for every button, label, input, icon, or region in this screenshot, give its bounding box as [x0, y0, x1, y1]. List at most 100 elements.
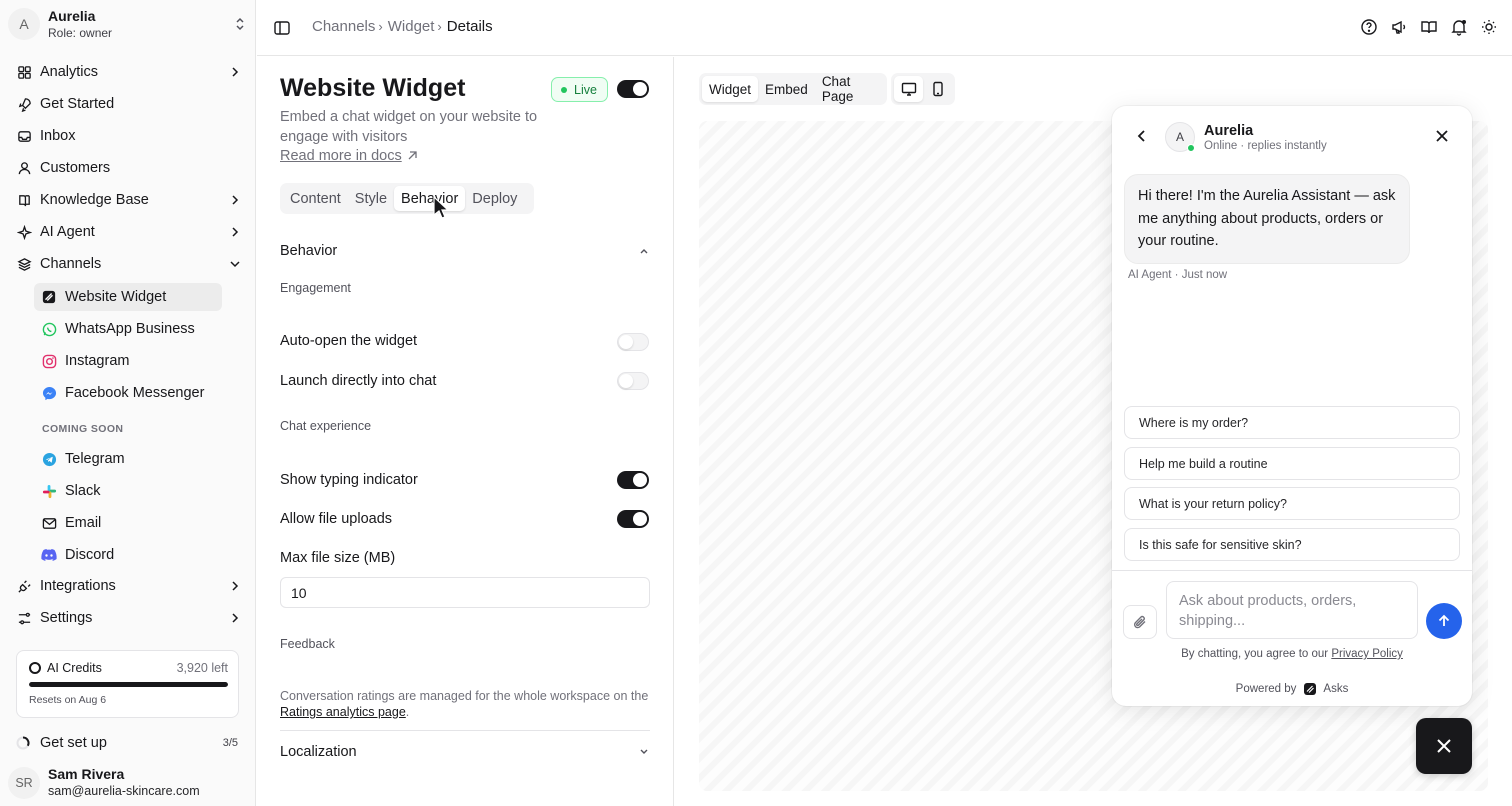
- sidebar-item-settings[interactable]: Settings: [8, 603, 248, 633]
- sidebar-item-knowledge-base[interactable]: Knowledge Base: [8, 185, 248, 215]
- sidebar-item-customers[interactable]: Customers: [8, 153, 248, 183]
- chat-launcher-button[interactable]: [1416, 718, 1472, 774]
- sidebar-item-facebook-messenger[interactable]: Facebook Messenger: [34, 379, 222, 407]
- suggestion-chip[interactable]: Is this safe for sensitive skin?: [1124, 528, 1460, 561]
- sidebar-item-whatsapp[interactable]: WhatsApp Business: [34, 315, 222, 343]
- docs-link-label: Read more in docs: [280, 148, 402, 164]
- ai-credits-card[interactable]: AI Credits 3,920 left Resets on Aug 6: [16, 650, 239, 718]
- launch-chat-toggle[interactable]: [617, 372, 649, 390]
- behavior-section-header[interactable]: Behavior: [280, 243, 650, 259]
- powered-by: Powered by Asks: [1112, 683, 1472, 695]
- close-icon[interactable]: [1434, 128, 1450, 144]
- ratings-analytics-link[interactable]: Ratings analytics page: [280, 705, 406, 719]
- chevron-right-icon: ›: [378, 19, 383, 34]
- tab-widget[interactable]: Widget: [702, 76, 759, 102]
- help-icon[interactable]: [1360, 18, 1378, 36]
- auto-open-label: Auto-open the widget: [280, 333, 418, 349]
- user-name: Sam Rivera: [48, 766, 125, 782]
- breadcrumb-channels[interactable]: Channels: [312, 18, 375, 35]
- status-badge: Live: [551, 77, 608, 102]
- sidebar-item-telegram[interactable]: Telegram: [34, 445, 222, 473]
- typing-indicator-label: Show typing indicator: [280, 472, 418, 488]
- localization-section-header[interactable]: Localization: [280, 744, 650, 760]
- discord-icon: [41, 547, 57, 563]
- tab-deploy[interactable]: Deploy: [465, 186, 524, 211]
- suggestion-chip[interactable]: Help me build a routine: [1124, 447, 1460, 480]
- user-menu[interactable]: SR Sam Rivera sam@aurelia-skincare.com: [8, 766, 200, 799]
- feedback-note-text: Conversation ratings are managed for the…: [280, 689, 649, 703]
- asks-logo-icon: [1304, 683, 1317, 695]
- user-icon: [16, 160, 32, 176]
- tab-content[interactable]: Content: [283, 186, 348, 211]
- sidebar-item-email[interactable]: Email: [34, 509, 222, 537]
- privacy-policy-link[interactable]: Privacy Policy: [1331, 648, 1403, 660]
- chevron-right-icon: [232, 227, 239, 237]
- legal-prefix: By chatting, you agree to our: [1181, 648, 1329, 660]
- desktop-icon: [901, 82, 916, 96]
- sidebar-item-label: AI Agent: [40, 224, 95, 240]
- file-uploads-label: Allow file uploads: [280, 511, 393, 527]
- top-bar: Channels › Widget › Details: [257, 0, 1512, 56]
- widget-icon: [41, 289, 57, 305]
- tab-chat-page[interactable]: Chat Page: [815, 74, 884, 104]
- telegram-icon: [41, 451, 57, 467]
- credits-reset: Resets on Aug 6: [29, 694, 107, 706]
- chat-message-input[interactable]: Ask about products, orders, shipping...: [1166, 581, 1418, 639]
- file-uploads-toggle[interactable]: [617, 510, 649, 528]
- sidebar-item-label: Get Started: [40, 96, 115, 112]
- sidebar-item-label: Analytics: [40, 64, 99, 80]
- typing-indicator-toggle[interactable]: [617, 471, 649, 489]
- bell-icon[interactable]: [1450, 18, 1468, 36]
- sidebar-item-channels[interactable]: Channels: [8, 249, 248, 279]
- mobile-view-button[interactable]: [923, 76, 952, 102]
- live-dot-icon: [561, 86, 567, 93]
- sidebar-item-integrations[interactable]: Integrations: [8, 571, 248, 601]
- max-file-size-input[interactable]: 10: [280, 577, 650, 608]
- send-button[interactable]: [1426, 603, 1462, 639]
- paperclip-icon: [1134, 615, 1146, 629]
- workspace-switcher[interactable]: A Aurelia Role: owner: [8, 6, 248, 42]
- get-set-up-button[interactable]: Get set up 3/5: [16, 732, 238, 754]
- sidebar-item-ai-agent[interactable]: AI Agent: [8, 217, 248, 247]
- sidebar-item-inbox[interactable]: Inbox: [8, 121, 248, 151]
- back-arrow-icon[interactable]: [1134, 128, 1150, 144]
- chevron-right-icon: [232, 613, 239, 623]
- sidebar-item-label: Telegram: [65, 451, 125, 467]
- sidebar-item-label: Email: [65, 515, 102, 531]
- sidebar-item-slack[interactable]: Slack: [34, 477, 222, 505]
- docs-link[interactable]: Read more in docs: [280, 148, 418, 164]
- launch-chat-label: Launch directly into chat: [280, 373, 437, 389]
- suggestion-chip[interactable]: Where is my order?: [1124, 406, 1460, 439]
- credits-ring-icon: [29, 662, 41, 674]
- sidebar-item-analytics[interactable]: Analytics: [8, 57, 248, 87]
- slack-icon: [41, 483, 57, 499]
- attach-button[interactable]: [1123, 605, 1157, 639]
- rocket-icon: [16, 96, 32, 112]
- sidebar-toggle-icon[interactable]: [273, 19, 291, 37]
- group-label: Engagement: [280, 281, 351, 295]
- sidebar-item-get-started[interactable]: Get Started: [8, 89, 248, 119]
- chevron-right-icon: [232, 67, 239, 77]
- sidebar-item-label: Channels: [40, 256, 102, 272]
- book-open-icon[interactable]: [1420, 18, 1438, 36]
- sidebar-item-website-widget[interactable]: Website Widget: [34, 283, 222, 311]
- auto-open-toggle[interactable]: [617, 333, 649, 351]
- tab-behavior[interactable]: Behavior: [394, 186, 466, 211]
- desktop-view-button[interactable]: [894, 76, 923, 102]
- sidebar-item-discord[interactable]: Discord: [34, 541, 222, 569]
- powered-brand: Asks: [1323, 683, 1349, 695]
- megaphone-icon[interactable]: [1390, 18, 1408, 36]
- sidebar-item-label: Customers: [40, 160, 111, 176]
- max-file-size-label: Max file size (MB): [280, 550, 396, 566]
- sun-icon[interactable]: [1480, 18, 1498, 36]
- tab-style[interactable]: Style: [348, 186, 394, 211]
- workspace-name: Aurelia: [48, 7, 96, 24]
- sidebar-item-instagram[interactable]: Instagram: [34, 347, 222, 375]
- tab-embed[interactable]: Embed: [758, 76, 815, 102]
- sidebar-item-label: Website Widget: [65, 289, 167, 305]
- suggestion-chip[interactable]: What is your return policy?: [1124, 487, 1460, 520]
- breadcrumb-widget[interactable]: Widget: [388, 18, 435, 35]
- sidebar-item-label: Inbox: [40, 128, 76, 144]
- chevron-right-icon: ›: [437, 19, 442, 34]
- live-toggle[interactable]: [617, 80, 649, 98]
